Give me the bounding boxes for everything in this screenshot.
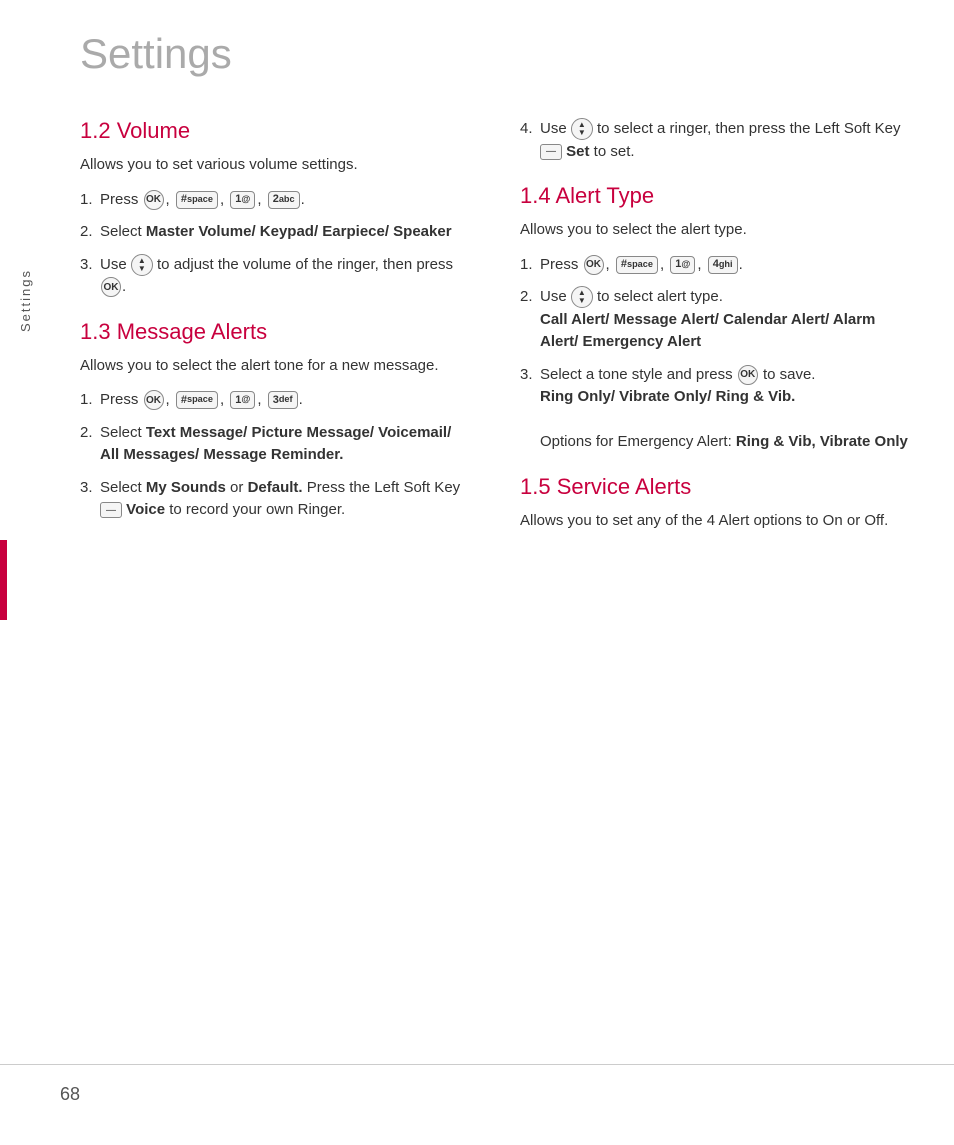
section-volume-title: 1.2 Volume	[80, 118, 470, 144]
step-content: Use ▲▼ to select a ringer, then press th…	[540, 118, 914, 163]
softkey-icon: —	[100, 502, 122, 518]
ok-button-icon: OK	[144, 390, 164, 410]
page-number: 68	[60, 1084, 80, 1105]
nav-icon: ▲▼	[571, 118, 593, 140]
ring-options-bold: Ring Only/ Vibrate Only/ Ring & Vib.	[540, 388, 795, 405]
step-num: 3.	[80, 254, 100, 277]
key1-icon: 1@	[670, 256, 695, 274]
section-service-alerts: 1.5 Service Alerts Allows you to set any…	[520, 474, 914, 533]
nav-icon: ▲▼	[131, 254, 153, 276]
alert-step-2: 2. Use ▲▼ to select alert type. Call Ale…	[520, 286, 914, 354]
step-content: Use ▲▼ to select alert type. Call Alert/…	[540, 286, 914, 354]
section-message-alerts-title: 1.3 Message Alerts	[80, 319, 470, 345]
key3-icon: 3def	[268, 391, 298, 409]
emergency-options-plain: Options for Emergency Alert:	[540, 433, 736, 450]
section-alert-type-title: 1.4 Alert Type	[520, 183, 914, 209]
bold-text: Master Volume/ Keypad/ Earpiece/ Speaker	[146, 223, 452, 240]
step-num: 3.	[80, 477, 100, 500]
section-alert-type: 1.4 Alert Type Allows you to select the …	[520, 183, 914, 454]
voice-label: Voice	[126, 501, 165, 518]
msg-step-2: 2. Select Text Message/ Picture Message/…	[80, 422, 470, 467]
step-content: Select Text Message/ Picture Message/ Vo…	[100, 422, 470, 467]
right-column: 4. Use ▲▼ to select a ringer, then press…	[500, 98, 914, 544]
bold-text: Default.	[248, 479, 303, 496]
content-area: 1.2 Volume Allows you to set various vol…	[0, 98, 954, 544]
bottom-divider	[0, 1064, 954, 1065]
step-content: Select My Sounds or Default. Press the L…	[100, 477, 470, 522]
section-message-alerts: 1.3 Message Alerts Allows you to select …	[80, 319, 470, 522]
step-content: Press OK, #space, 1@, 4ghi.	[540, 254, 914, 277]
section-service-alerts-desc: Allows you to set any of the 4 Alert opt…	[520, 510, 914, 533]
ok-button-icon: OK	[101, 277, 121, 297]
step-num: 2.	[80, 221, 100, 244]
step-content: Select Master Volume/ Keypad/ Earpiece/ …	[100, 221, 470, 244]
nav-icon: ▲▼	[571, 286, 593, 308]
step-num: 1.	[520, 254, 540, 277]
left-column: 1.2 Volume Allows you to set various vol…	[80, 98, 500, 544]
volume-step-1: 1. Press OK, #space, 1@, 2abc.	[80, 189, 470, 212]
sidebar-label: Settings	[18, 259, 33, 342]
step-content: Press OK, #space, 1@, 2abc.	[100, 189, 470, 212]
page-title: Settings	[0, 0, 954, 98]
sidebar: Settings	[0, 200, 50, 400]
ok-button-icon: OK	[738, 365, 758, 385]
set-label: Set	[566, 143, 589, 160]
section-volume: 1.2 Volume Allows you to set various vol…	[80, 118, 470, 299]
alert-types-bold: Call Alert/ Message Alert/ Calendar Aler…	[540, 311, 875, 351]
alert-step-3: 3. Select a tone style and press OK to s…	[520, 364, 914, 454]
section-service-alerts-title: 1.5 Service Alerts	[520, 474, 914, 500]
msg-step-1: 1. Press OK, #space, 1@, 3def.	[80, 389, 470, 412]
step-content: Use ▲▼ to adjust the volume of the ringe…	[100, 254, 470, 299]
ringer-step-4: 4. Use ▲▼ to select a ringer, then press…	[520, 118, 914, 163]
step-num: 1.	[80, 389, 100, 412]
section-alert-type-desc: Allows you to select the alert type.	[520, 219, 914, 242]
step-content: Press OK, #space, 1@, 3def.	[100, 389, 470, 412]
step-num: 4.	[520, 118, 540, 141]
section-message-alerts-desc: Allows you to select the alert tone for …	[80, 355, 470, 378]
step-content: Select a tone style and press OK to save…	[540, 364, 914, 454]
bold-text: My Sounds	[146, 479, 226, 496]
msg-step-3: 3. Select My Sounds or Default. Press th…	[80, 477, 470, 522]
ringer-step-4-content: 4. Use ▲▼ to select a ringer, then press…	[520, 118, 914, 163]
key2-icon: 2abc	[268, 191, 300, 209]
step-num: 2.	[520, 286, 540, 309]
step-num: 1.	[80, 189, 100, 212]
key1-icon: 1@	[230, 391, 255, 409]
bold-text: Text Message/ Picture Message/ Voicemail…	[100, 424, 451, 464]
ok-button-icon: OK	[584, 255, 604, 275]
sidebar-accent-bar	[0, 540, 7, 620]
step-num: 2.	[80, 422, 100, 445]
hash-button-icon: #space	[176, 391, 218, 409]
volume-step-3: 3. Use ▲▼ to adjust the volume of the ri…	[80, 254, 470, 299]
step-num: 3.	[520, 364, 540, 387]
hash-button-icon: #space	[616, 256, 658, 274]
hash-button-icon: #space	[176, 191, 218, 209]
section-volume-desc: Allows you to set various volume setting…	[80, 154, 470, 177]
alert-step-1: 1. Press OK, #space, 1@, 4ghi.	[520, 254, 914, 277]
emergency-options-bold: Ring & Vib, Vibrate Only	[736, 433, 908, 450]
key4-icon: 4ghi	[708, 256, 738, 274]
volume-step-2: 2. Select Master Volume/ Keypad/ Earpiec…	[80, 221, 470, 244]
ok-button-icon: OK	[144, 190, 164, 210]
softkey-icon: —	[540, 144, 562, 160]
key1-icon: 1@	[230, 191, 255, 209]
